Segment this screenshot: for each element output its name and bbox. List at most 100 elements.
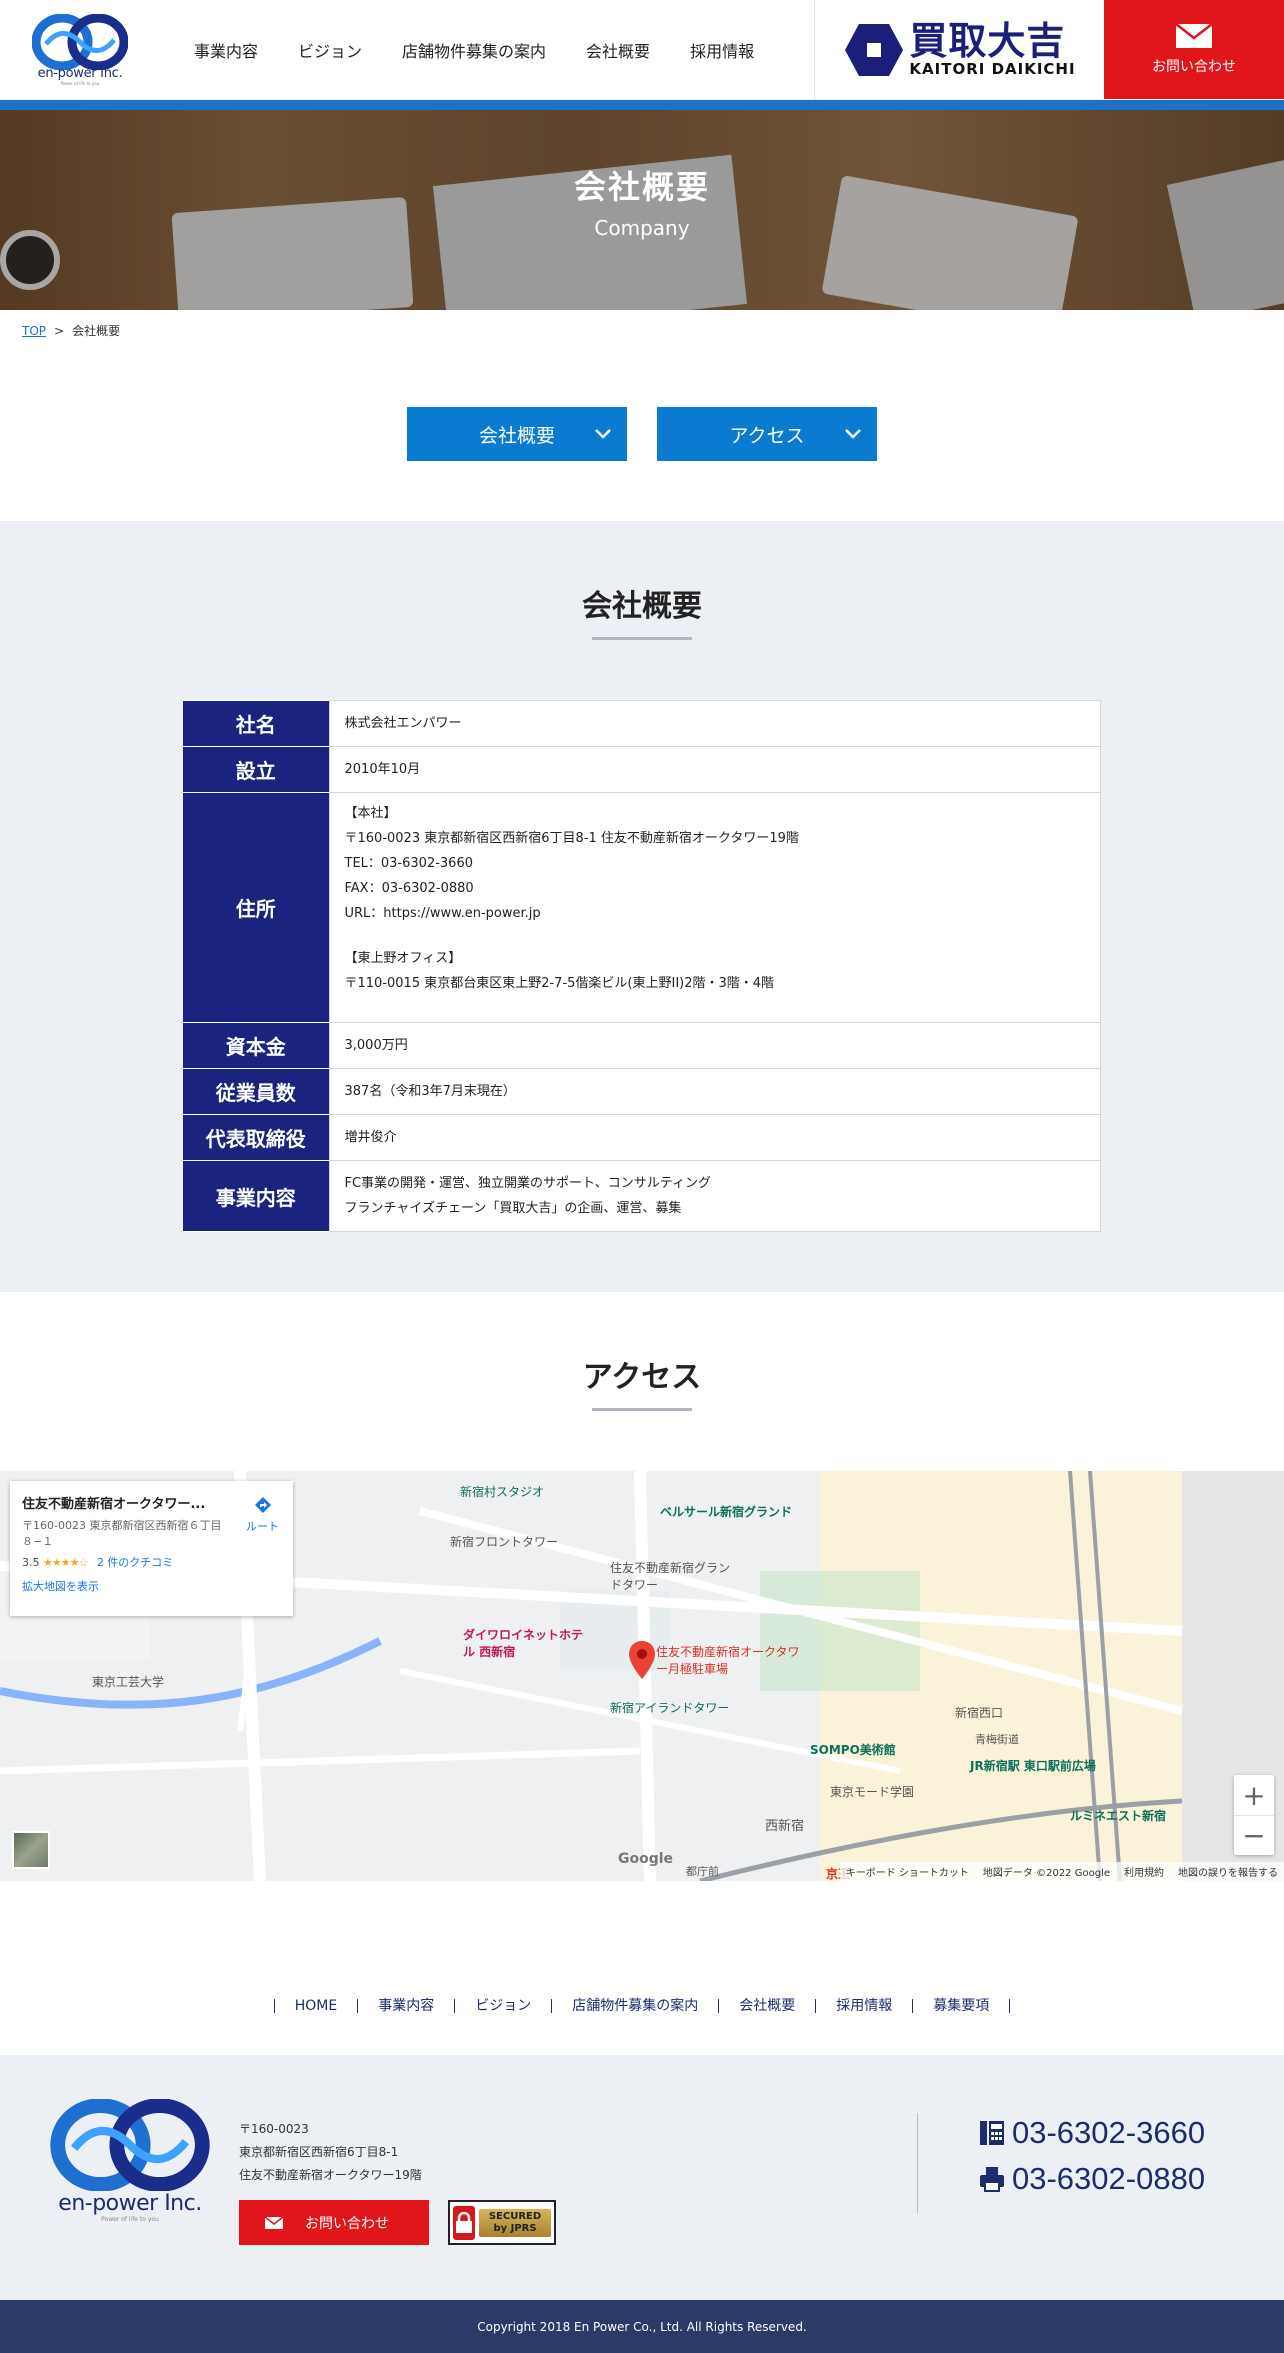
secured-label: SECURED by JPRS [479,2208,551,2237]
company-section: 会社概要 社名 株式会社エンパワー 設立 2010年10月 住所 【本社】 〒1… [0,521,1284,1292]
map-label: 新宿アイランドタワー [610,1701,730,1715]
phone-icon [980,2121,1004,2145]
map-terms-link[interactable]: 利用規約 [1124,1864,1164,1879]
fax-icon [980,2167,1004,2192]
map-keyboard-shortcuts-link[interactable]: キーボード ショートカット [846,1864,969,1879]
table-row: 代表取締役 増井俊介 [183,1114,1101,1161]
mail-icon [1176,23,1212,48]
row-label: 事業内容 [183,1160,329,1232]
nav-company[interactable]: 会社概要 [586,38,650,62]
footer-nav-vision[interactable]: ビジョン [454,1999,551,2013]
nav-vision[interactable]: ビジョン [298,38,362,62]
jprs-secured-badge[interactable]: SECURED by JPRS [448,2200,556,2245]
footer-nav-store-property[interactable]: 店舗物件募集の案内 [551,1999,718,2013]
map-reviews-link[interactable]: 2 件のクチコミ [97,1556,174,1569]
map-label: 西新宿 [765,1819,805,1834]
header-contact-label: お問い合わせ [1152,58,1236,75]
map-place-address: 〒160-0023 東京都新宿区西新宿６丁目８−１ [22,1519,222,1548]
map-data-credit: 地図データ ©2022 Google [982,1868,1110,1879]
footer-fax: 03-6302-0880 [978,2161,1205,2197]
row-label: 設立 [183,746,329,793]
site-header: en-power Inc. Power of life to you 事業内容 … [0,0,1284,100]
breadcrumb-top-link[interactable]: TOP [22,324,46,338]
en-power-logo-icon [32,13,128,70]
hero-banner: 会社概要 Company [0,110,1284,310]
map-report-link[interactable]: 地図の誤りを報告する [1178,1864,1278,1879]
copyright: Copyright 2018 En Power Co., Ltd. All Ri… [0,2300,1284,2353]
mail-icon [265,2216,283,2229]
access-section-title: アクセス [582,1360,702,1395]
footer-logo[interactable]: en-power Inc. Power of life to you [50,2098,210,2223]
hero-title: 会社概要 [573,168,710,206]
google-map[interactable]: 新宿村スタジオ ベルサール新宿グランド 新宿フロントタワー 住友不動産新宿グラン… [0,1471,1284,1881]
global-nav: 事業内容 ビジョン 店舗物件募集の案内 会社概要 採用情報 [150,0,814,99]
footer-fax-number: 03-6302-0880 [1012,2161,1206,2196]
daikichi-hexagon-icon [845,23,904,76]
anchor-company-button[interactable]: 会社概要 [407,407,627,461]
en-power-logo-icon [50,2098,210,2192]
breadcrumb: TOP > 会社概要 [22,324,121,338]
footer-nav-business[interactable]: 事業内容 [357,1999,454,2013]
map-label: JR新宿駅 東口駅前広場 [970,1759,1096,1773]
anchor-access-button[interactable]: アクセス [657,407,877,461]
map-satellite-toggle[interactable] [12,1831,50,1869]
map-label: 新宿西口 [955,1706,1004,1720]
table-row: 事業内容 FC事業の開発・運営、独立開業のサポート、コンサルティング フランチャ… [183,1160,1101,1232]
row-value: 株式会社エンパワー [328,700,1101,747]
footer-nav-company[interactable]: 会社概要 [718,1999,815,2013]
chevron-down-icon [595,429,611,439]
title-underline [592,637,692,640]
map-route-button[interactable]: ルート [246,1495,279,1534]
table-row: 社名 株式会社エンパワー [183,700,1101,747]
business-value: FC事業の開発・運営、独立開業のサポート、コンサルティング フランチャイズチェー… [328,1160,1101,1232]
footer-address: 〒160-0023 東京都新宿区西新宿6丁目8-1 住友不動産新宿オークタワー1… [239,2122,422,2182]
lock-icon [453,2205,475,2240]
nav-store-property[interactable]: 店舗物件募集の案内 [402,38,546,62]
nav-business[interactable]: 事業内容 [194,38,258,62]
footer-contact-button[interactable]: お問い合わせ [239,2200,429,2245]
header-contact-button[interactable]: お問い合わせ [1104,0,1284,99]
map-label: 住友不動産新宿オークタワー月極駐車場 [656,1645,800,1676]
footer-nav-home[interactable]: HOME [273,1999,357,2013]
company-section-title: 会社概要 [582,589,702,624]
logo-tagline: Power of life to you [60,80,100,86]
footer-logo-tagline: Power of life to you [101,2216,159,2223]
row-label: 住所 [183,792,329,1023]
map-label: ルミネエスト新宿 [1070,1809,1167,1823]
map-place-card: 住友不動産新宿オークタワー... 〒160-0023 東京都新宿区西新宿６丁目８… [10,1481,293,1616]
site-footer: en-power Inc. Power of life to you 〒160-… [0,2055,1284,2300]
map-label: 東京工芸大学 [92,1675,165,1689]
map-large-link[interactable]: 拡大地図を表示 [22,1578,281,1594]
map-pin-icon[interactable] [629,1641,655,1679]
brand-jp: 買取大吉 [909,17,1066,63]
row-label: 社名 [183,700,329,747]
directions-icon [254,1497,271,1513]
zoom-in-button[interactable]: + [1234,1775,1274,1815]
address-value: 【本社】 〒160-0023 東京都新宿区西新宿6丁目8-1 住友不動産新宿オー… [328,792,1101,1023]
map-label: 新宿村スタジオ [460,1485,545,1499]
site-logo[interactable]: en-power Inc. Power of life to you [0,0,150,99]
zoom-out-button[interactable]: − [1234,1815,1274,1855]
page-anchor-links: 会社概要 アクセス [0,407,1284,461]
kaitori-daikichi-banner[interactable]: 買取大吉 KAITORI DAIKICHI [814,0,1104,99]
map-place-title: 住友不動産新宿オークタワー... [22,1497,206,1512]
footer-nav-recruit[interactable]: 採用情報 [815,1999,912,2013]
map-label: ベルサール新宿グランド [660,1505,793,1519]
footer-nav-requirements[interactable]: 募集要項 [912,1999,1011,2013]
title-underline [592,1408,692,1411]
row-label: 代表取締役 [183,1114,329,1161]
chevron-down-icon [845,429,861,439]
footer-nav: HOME 事業内容 ビジョン 店舗物件募集の案内 会社概要 採用情報 募集要項 [0,1881,1284,2055]
hero-accent-bar [0,100,1284,110]
map-zoom-control: + − [1234,1775,1274,1855]
footer-divider [917,2113,918,2213]
row-label: 資本金 [183,1022,329,1069]
map-label: 住友不動産新宿グランドタワー [610,1561,731,1592]
table-row: 設立 2010年10月 [183,746,1101,793]
breadcrumb-current: 会社概要 [72,324,121,338]
table-row: 従業員数 387名（令和3年7月末現在） [183,1068,1101,1115]
company-info-table: 社名 株式会社エンパワー 設立 2010年10月 住所 【本社】 〒160-00… [183,700,1101,1232]
nav-recruit[interactable]: 採用情報 [690,38,754,62]
map-label: SOMPO美術館 [810,1743,896,1757]
footer-tel[interactable]: 03-6302-3660 [978,2115,1205,2151]
